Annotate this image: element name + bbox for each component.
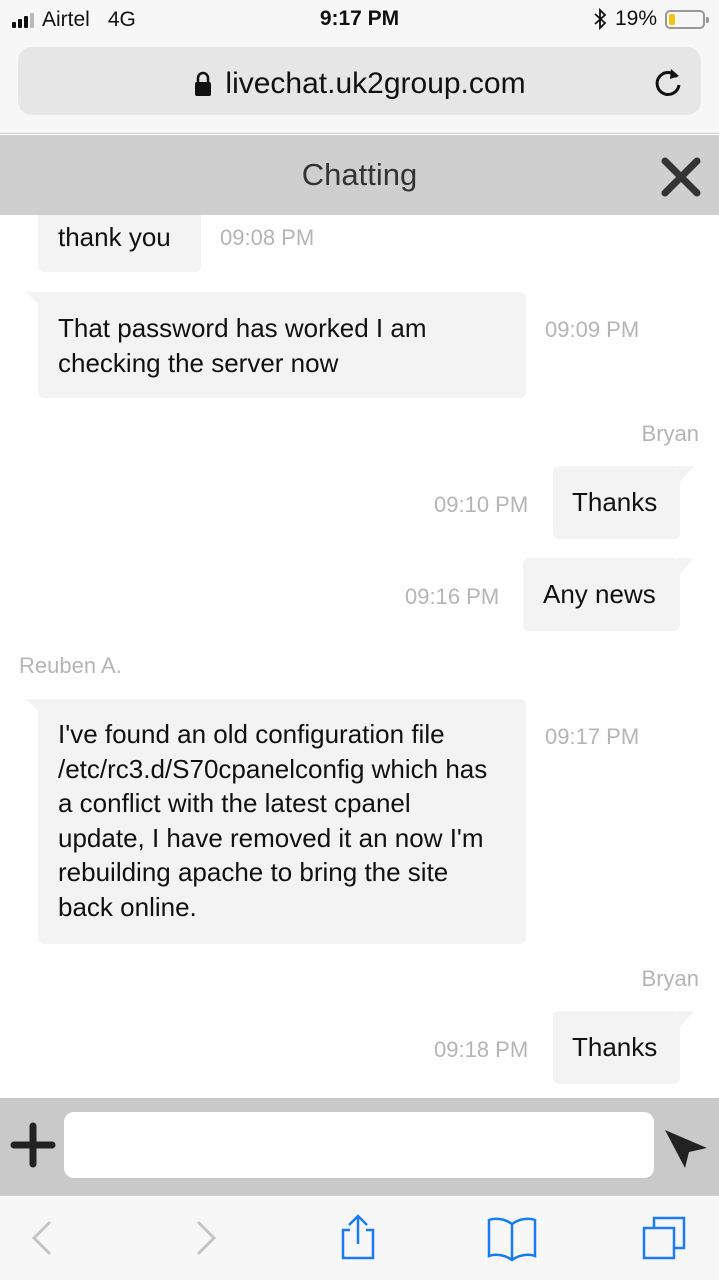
message-text: That password has worked I am checking t… [58,313,427,378]
back-icon[interactable] [20,1214,68,1262]
message-timestamp: 09:17 PM [545,724,640,749]
address-bar[interactable]: livechat.uk2group.com [18,47,701,115]
message-timestamp: 09:09 PM [545,317,640,342]
message-list[interactable]: thank you 09:08 PM That password has wor… [0,215,719,1098]
message-text: Any news [543,579,656,609]
sender-name: Bryan [641,966,699,991]
message-text: I've found an old configuration file /et… [58,719,488,922]
chat-title: Chatting [301,157,418,192]
message-text: Thanks [572,487,658,517]
message-bubble: Any news [523,558,694,631]
message-bubble: I've found an old configuration file /et… [38,699,526,944]
message-timestamp: 09:18 PM [434,1037,529,1062]
browser-address-area: livechat.uk2group.com [0,40,719,134]
message-timestamp: 09:10 PM [434,492,529,517]
sender-name: Reuben A. [19,653,122,678]
bookmarks-icon[interactable] [486,1214,538,1262]
browser-toolbar [0,1195,719,1280]
sender-name: Bryan [641,421,699,446]
lock-icon [195,71,212,96]
message-text: thank you [58,222,171,252]
message-timestamp: 09:08 PM [220,225,315,250]
message-bubble: thank you [38,215,201,272]
message-bubble: Thanks [553,1011,694,1084]
status-bar-right: 19% [593,7,709,31]
chat-input-bar [0,1098,719,1195]
plus-icon[interactable] [10,1122,56,1168]
tabs-icon[interactable] [640,1214,688,1262]
battery-icon [665,9,709,29]
battery-fill [669,13,676,25]
message-timestamp: 09:16 PM [405,584,500,609]
share-icon[interactable] [334,1214,382,1262]
forward-icon[interactable] [180,1214,228,1262]
message-bubble: Thanks [553,466,694,539]
send-icon[interactable] [663,1124,709,1170]
battery-percent: 19% [614,7,657,30]
message-bubble: That password has worked I am checking t… [38,292,526,398]
message-input[interactable] [64,1112,654,1178]
close-icon[interactable] [657,153,705,201]
bluetooth-icon [594,8,607,30]
reload-icon[interactable] [651,65,685,99]
chat-header: Chatting [0,135,719,215]
url-text[interactable]: livechat.uk2group.com [225,67,525,101]
status-bar: Airtel 4G 9:17 PM 19% [0,0,719,40]
message-text: Thanks [572,1032,658,1062]
